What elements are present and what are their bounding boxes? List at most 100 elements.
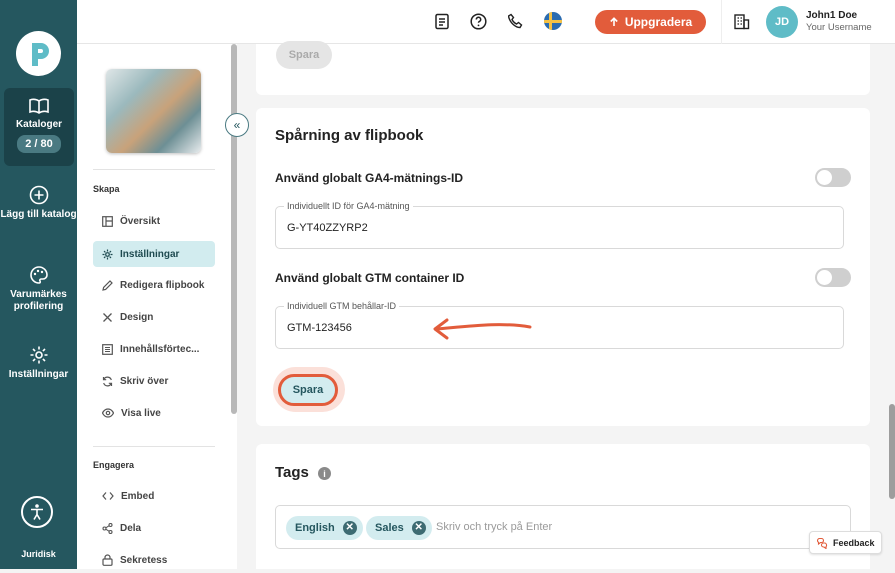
divider bbox=[93, 169, 215, 170]
catalog-nav: Skapa Översikt Inställningar Redigera fl… bbox=[77, 44, 237, 569]
tracking-card: Spårning av flipbook Använd globalt GA4-… bbox=[256, 108, 870, 426]
nav-item-label: Översikt bbox=[120, 215, 161, 227]
share-icon bbox=[102, 522, 113, 534]
nav-item-edit-flipbook[interactable]: Redigera flipbook bbox=[93, 272, 215, 298]
avatar[interactable]: JD bbox=[766, 6, 798, 38]
upgrade-label: Uppgradera bbox=[624, 15, 693, 29]
annotation-arrow-icon bbox=[433, 318, 532, 340]
nav-section-engage: Engagera bbox=[93, 460, 135, 470]
accessibility-button[interactable] bbox=[21, 496, 53, 528]
accessibility-icon bbox=[31, 504, 43, 520]
save-button-disabled[interactable]: Spara bbox=[276, 41, 332, 69]
rail-item-label: Kataloger bbox=[15, 119, 63, 130]
info-icon[interactable]: i bbox=[318, 467, 331, 480]
remove-tag-icon[interactable]: ✕ bbox=[342, 521, 357, 535]
tag-chip: English ✕ bbox=[286, 516, 363, 540]
divider bbox=[93, 446, 215, 447]
field-label: Individuell GTM behållar-ID bbox=[284, 301, 400, 311]
feedback-button[interactable]: Feedback bbox=[809, 531, 882, 554]
chevrons-left-icon: « bbox=[233, 118, 241, 132]
section-title: Spårning av flipbook bbox=[275, 127, 424, 144]
document-icon[interactable] bbox=[434, 13, 450, 30]
previous-section-card: Spara bbox=[256, 41, 870, 95]
book-open-icon bbox=[29, 98, 49, 114]
tags-placeholder[interactable]: Skriv och tryck på Enter bbox=[436, 521, 552, 533]
upgrade-button[interactable]: Uppgradera bbox=[595, 10, 706, 34]
nav-section-create: Skapa bbox=[93, 184, 120, 194]
arrow-up-icon bbox=[610, 17, 618, 26]
field-value[interactable]: G-YT40ZZYRP2 bbox=[287, 222, 368, 234]
nav-item-label: Embed bbox=[121, 490, 155, 502]
rail-item-add-catalog[interactable]: Lägg till katalog bbox=[0, 185, 77, 221]
nav-item-toc[interactable]: Innehållsförtec... bbox=[93, 336, 215, 362]
code-icon bbox=[102, 492, 114, 500]
phone-icon[interactable] bbox=[508, 13, 524, 29]
nav-item-view-live[interactable]: Visa live bbox=[93, 400, 215, 426]
tag-label: Sales bbox=[375, 522, 404, 534]
nav-scrollbar[interactable] bbox=[231, 44, 237, 414]
lock-icon bbox=[102, 554, 113, 566]
nav-item-design[interactable]: Design bbox=[93, 304, 215, 330]
refresh-icon bbox=[102, 376, 113, 386]
nav-item-embed[interactable]: Embed bbox=[93, 483, 215, 509]
remove-tag-icon[interactable]: ✕ bbox=[411, 521, 426, 535]
ga4-toggle-label: Använd globalt GA4-mätnings-ID bbox=[275, 171, 464, 185]
top-bar: Uppgradera JD John1 Doe Your Username bbox=[77, 0, 895, 44]
list-icon bbox=[102, 343, 113, 355]
divider bbox=[721, 0, 722, 44]
catalog-thumbnail[interactable] bbox=[106, 69, 201, 153]
rail-item-branding[interactable]: Varumärkes profilering bbox=[0, 265, 77, 313]
field-value[interactable]: GTM-123456 bbox=[287, 322, 352, 334]
nav-item-label: Dela bbox=[120, 522, 142, 534]
app-rail: Kataloger 2 / 80 Lägg till katalog Varum… bbox=[0, 0, 77, 569]
nav-item-label: Redigera flipbook bbox=[120, 279, 205, 291]
nav-item-replace[interactable]: Skriv över bbox=[93, 368, 215, 394]
collapse-sidebar-button[interactable]: « bbox=[225, 113, 249, 137]
nav-item-share[interactable]: Dela bbox=[93, 515, 215, 541]
nav-item-label: Skriv över bbox=[120, 375, 169, 387]
gear-icon bbox=[102, 249, 113, 259]
building-icon[interactable] bbox=[733, 13, 750, 30]
nav-item-label: Inställningar bbox=[120, 248, 180, 260]
rail-item-catalogs[interactable]: Kataloger 2 / 80 bbox=[4, 88, 74, 166]
main-scrollbar[interactable] bbox=[889, 404, 895, 499]
field-label: Individuellt ID för GA4-mätning bbox=[284, 201, 413, 211]
pencil-icon bbox=[102, 279, 113, 291]
save-button[interactable]: Spara bbox=[278, 374, 338, 406]
logo-icon bbox=[31, 42, 49, 66]
gtm-toggle-label: Använd globalt GTM container ID bbox=[275, 271, 465, 285]
rail-item-label: Varumärkes profilering bbox=[10, 289, 67, 312]
nav-item-privacy[interactable]: Sekretess bbox=[93, 547, 215, 573]
tools-icon bbox=[103, 312, 112, 322]
ga4-id-field[interactable]: Individuellt ID för GA4-mätning G-YT40ZZ… bbox=[275, 201, 844, 249]
section-title: Tags bbox=[275, 464, 309, 481]
tags-input[interactable]: English ✕ Sales ✕ Skriv och tryck på Ent… bbox=[275, 505, 851, 549]
nav-item-overview[interactable]: Översikt bbox=[93, 208, 215, 234]
plus-circle-icon bbox=[29, 185, 48, 205]
feedback-label: Feedback bbox=[833, 537, 875, 548]
rail-item-label: Inställningar bbox=[8, 369, 69, 380]
logo[interactable] bbox=[16, 31, 61, 76]
ga4-global-toggle[interactable] bbox=[815, 168, 851, 187]
help-icon[interactable] bbox=[470, 13, 487, 30]
nav-item-label: Visa live bbox=[121, 407, 161, 419]
gear-icon bbox=[30, 346, 47, 364]
gtm-id-field[interactable]: Individuell GTM behållar-ID GTM-123456 bbox=[275, 301, 844, 349]
nav-item-settings[interactable]: Inställningar bbox=[93, 241, 215, 267]
tag-chip: Sales ✕ bbox=[366, 516, 432, 540]
rail-item-label: Lägg till katalog bbox=[0, 209, 77, 220]
tags-card: Tags i English ✕ Sales ✕ Skriv och tryck… bbox=[256, 444, 870, 569]
rail-item-settings[interactable]: Inställningar bbox=[0, 345, 77, 381]
user-name: John1 Doe bbox=[806, 10, 858, 21]
feedback-icon bbox=[816, 537, 828, 549]
user-username: Your Username bbox=[806, 22, 872, 33]
legal-link[interactable]: Juridisk bbox=[0, 549, 77, 559]
nav-item-label: Sekretess bbox=[120, 554, 168, 566]
language-flag-icon[interactable] bbox=[544, 12, 562, 30]
gtm-global-toggle[interactable] bbox=[815, 268, 851, 287]
layout-icon bbox=[102, 215, 113, 227]
eye-icon bbox=[102, 408, 114, 418]
catalog-counter: 2 / 80 bbox=[17, 135, 61, 153]
nav-item-label: Innehållsförtec... bbox=[120, 343, 200, 355]
nav-item-label: Design bbox=[120, 311, 154, 323]
